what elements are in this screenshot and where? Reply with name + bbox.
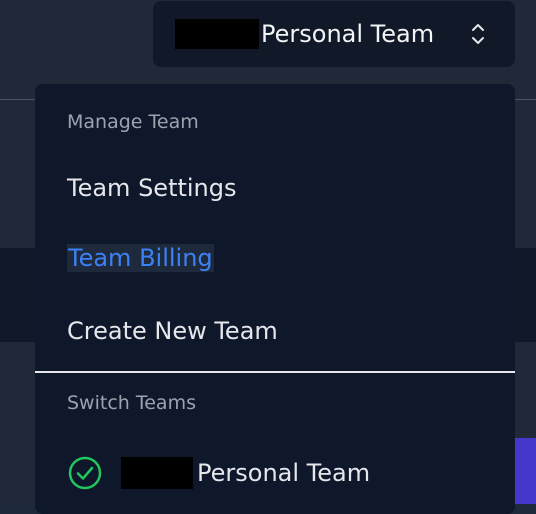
team-option-name: Personal Team <box>197 459 371 487</box>
switch-teams-label: Switch Teams <box>67 392 196 414</box>
current-team-name: Personal Team <box>261 20 435 48</box>
team-option-personal[interactable]: Personal Team <box>67 454 370 492</box>
menu-divider <box>35 371 515 373</box>
redacted-text <box>121 457 193 489</box>
team-settings-link[interactable]: Team Settings <box>67 174 237 202</box>
background-button-edge <box>514 438 536 504</box>
team-billing-link[interactable]: Team Billing <box>67 244 214 272</box>
manage-team-label: Manage Team <box>67 111 199 133</box>
team-dropdown-menu: Manage Team Team Settings Team Billing C… <box>35 84 515 514</box>
chevron-up-down-icon <box>472 24 484 44</box>
check-circle-icon <box>68 456 102 490</box>
redacted-text <box>175 19 259 49</box>
team-switcher-button[interactable]: Personal Team <box>153 1 515 67</box>
create-new-team-link[interactable]: Create New Team <box>67 317 278 345</box>
